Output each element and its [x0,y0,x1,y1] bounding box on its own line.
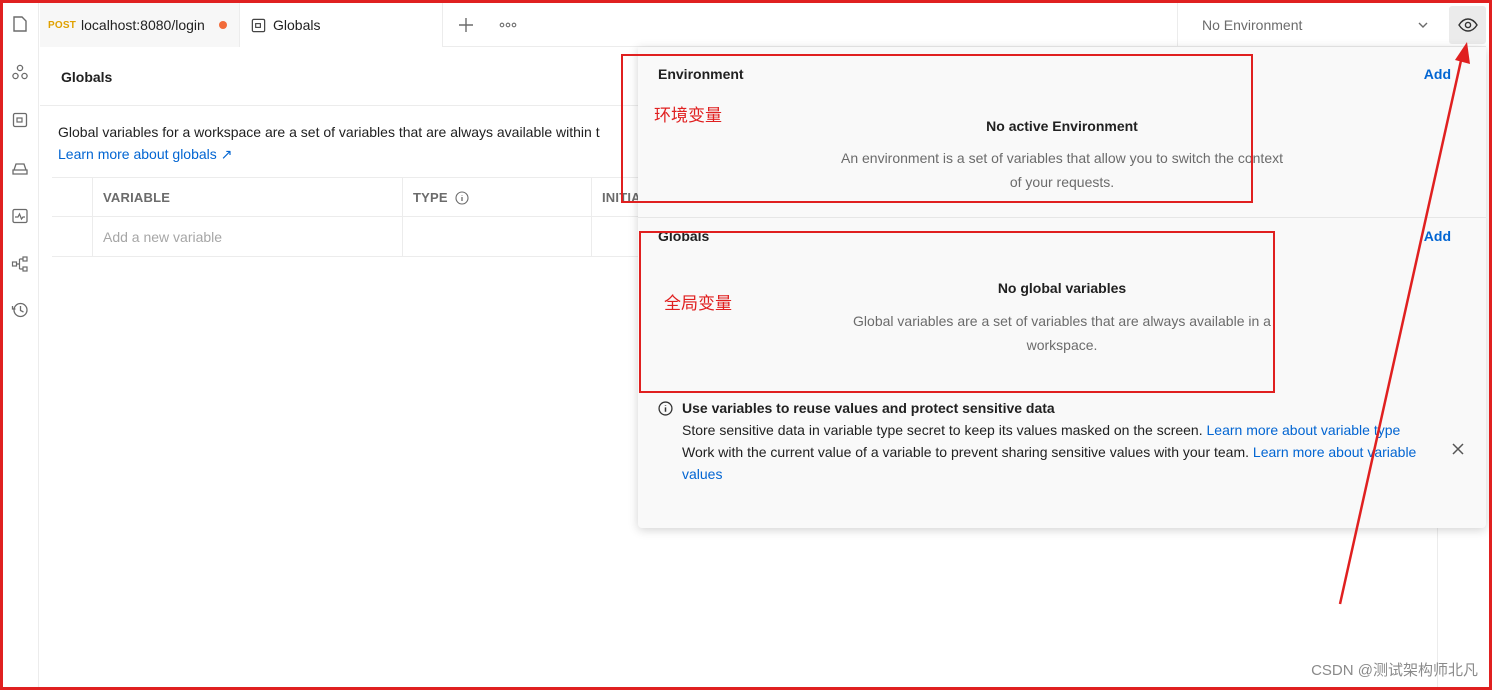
chevron-down-icon [1417,18,1429,34]
learn-more-variable-type-link[interactable]: Learn more about variable type [1207,422,1401,438]
globals-annotation-label: 全局变量 [664,294,732,314]
tip-heading: Use variables to reuse values and protec… [682,400,1055,416]
info-icon [658,400,673,422]
globals-annotation-box [639,231,1275,393]
tab-label: localhost:8080/login [81,17,205,33]
environment-selector-value: No Environment [1202,17,1303,33]
monitors-icon[interactable] [7,203,33,229]
mock-servers-icon[interactable] [7,155,33,181]
tab-login-request[interactable]: POST localhost:8080/login [40,3,240,47]
type-cell[interactable] [402,217,591,256]
sidebar-rail [3,3,39,687]
close-tip-icon[interactable] [1452,442,1464,460]
environment-selector[interactable]: No Environment [1177,3,1447,47]
add-global-button[interactable]: Add [1424,228,1451,244]
section-divider [638,217,1486,218]
environment-annotation-box [621,54,1253,203]
more-tabs-icon[interactable] [496,13,520,37]
flows-icon[interactable] [7,251,33,277]
info-icon[interactable] [455,190,469,205]
new-variable-input[interactable]: Add a new variable [92,217,402,256]
tab-label: Globals [273,17,321,33]
environment-annotation-label: 环境变量 [654,106,722,126]
tab-bar: POST localhost:8080/login Globals No Env… [40,3,1486,47]
add-environment-button[interactable]: Add [1424,66,1451,82]
apis-icon[interactable] [7,59,33,85]
tab-globals[interactable]: Globals [240,3,443,47]
learn-more-globals-link[interactable]: Learn more about globals ↗ [58,146,232,163]
environment-quick-look-button[interactable] [1449,6,1486,44]
collections-icon[interactable] [7,11,33,37]
eye-icon [1457,18,1478,32]
column-variable: VARIABLE [92,178,402,217]
environments-icon[interactable] [7,107,33,133]
tip-line-1: Store sensitive data in variable type se… [682,422,1401,438]
method-badge: POST [48,19,77,31]
globals-description: Global variables for a workspace are a s… [58,124,600,140]
column-type: TYPE [402,178,591,217]
tip-line-2: Work with the current value of a variabl… [682,444,1417,482]
history-icon[interactable] [7,297,33,323]
watermark: CSDN @测试架构师北凡 [1311,662,1478,679]
new-tab-button[interactable] [454,13,478,37]
variables-tip: Use variables to reuse values and protec… [658,397,1448,485]
unsaved-dot [219,21,227,29]
globals-tab-icon [250,17,267,34]
new-variable-placeholder: Add a new variable [103,228,223,245]
